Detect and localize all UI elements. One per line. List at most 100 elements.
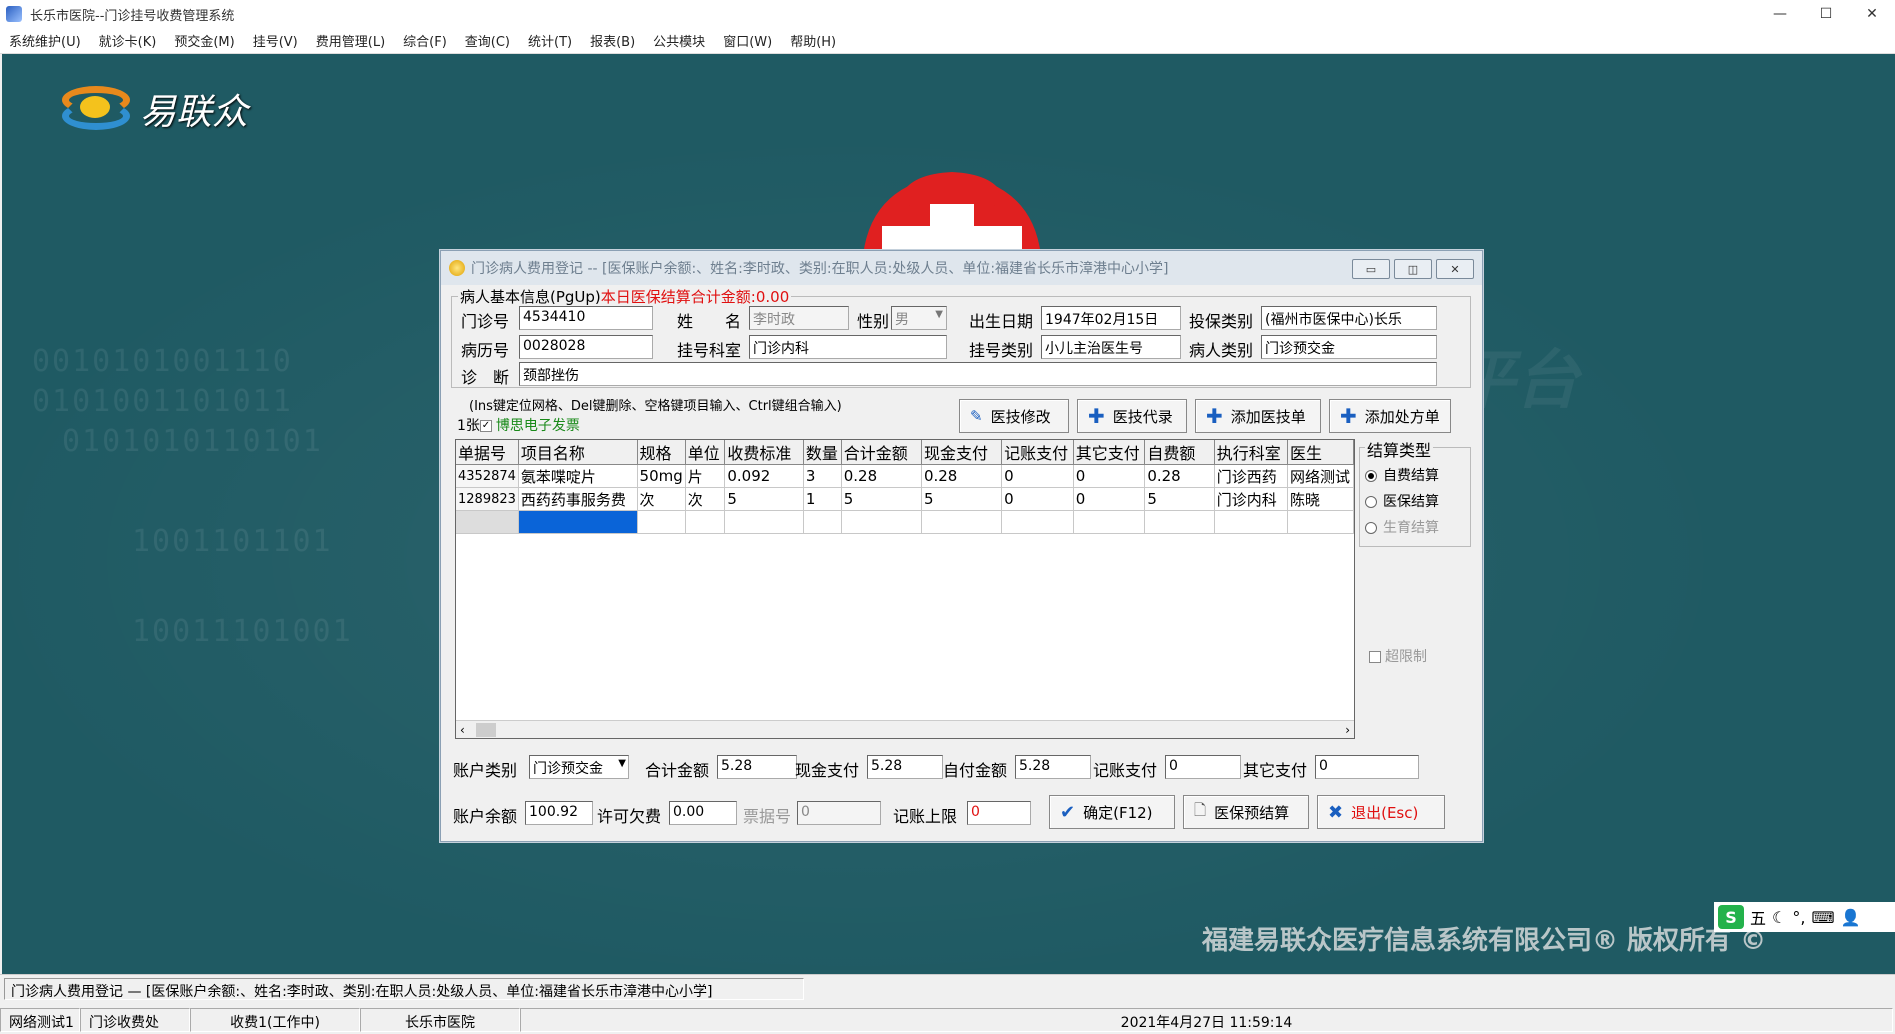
grid-cell[interactable]: 陈晓 [1287, 487, 1354, 511]
ime-mode[interactable]: 五 [1750, 905, 1766, 929]
grid-cell[interactable]: 4352874 [456, 464, 519, 488]
table-row[interactable]: 1289823 西药药事服务费 次 次 5 1 5 5 0 0 5 门诊内科 陈… [456, 487, 1354, 511]
grid-cell[interactable]: 西药药事服务费 [518, 487, 638, 511]
over-limit-checkbox[interactable]: 超限制 [1369, 646, 1427, 666]
table-row-new[interactable] [456, 510, 1354, 534]
grid-cell[interactable]: 0.28 [921, 464, 1003, 488]
menu-help[interactable]: 帮助(H) [781, 31, 845, 50]
scroll-thumb[interactable] [476, 723, 496, 737]
menu-general[interactable]: 综合(F) [394, 31, 456, 50]
keyboard-icon[interactable]: ⌨ [1811, 908, 1834, 927]
col-header[interactable]: 合计金额 [841, 440, 922, 465]
grid-cell[interactable]: 1289823 [456, 487, 519, 511]
maximize-button[interactable]: ☐ [1803, 0, 1849, 28]
grid-cell[interactable]: 1 [803, 487, 842, 511]
diagnosis-field[interactable]: 颈部挫伤 [519, 362, 1437, 386]
grid-cell[interactable]: 5 [841, 487, 922, 511]
reg-type-field[interactable]: 小儿主治医生号 [1041, 335, 1181, 359]
grid-cell[interactable]: 0.092 [724, 464, 804, 488]
scroll-right-icon[interactable]: › [1345, 723, 1350, 737]
menu-card[interactable]: 就诊卡(K) [90, 31, 166, 50]
user-icon[interactable]: 👤 [1841, 908, 1861, 927]
radio-maternity[interactable]: 生育结算 [1365, 517, 1439, 537]
menu-stats[interactable]: 统计(T) [519, 31, 581, 50]
self-pay-field[interactable]: 5.28 [1015, 755, 1091, 779]
col-header[interactable]: 规格 [637, 440, 686, 465]
minimize-button[interactable]: — [1757, 0, 1803, 28]
cash-field[interactable]: 5.28 [867, 755, 943, 779]
grid-cell[interactable] [456, 510, 519, 534]
col-header[interactable]: 自费额 [1144, 440, 1215, 465]
grid-cell-selected[interactable] [518, 510, 638, 534]
grid-cell[interactable] [1144, 510, 1215, 534]
dialog-minimize-button[interactable]: ▭ [1352, 259, 1390, 279]
grid-cell[interactable] [1073, 510, 1146, 534]
dialog-close-button[interactable]: ✕ [1436, 259, 1474, 279]
tech-record-button[interactable]: ✚ 医技代录 [1077, 399, 1187, 433]
col-header[interactable]: 医生 [1287, 440, 1354, 465]
col-header[interactable]: 记账支付 [1001, 440, 1074, 465]
grid-cell[interactable]: 次 [637, 487, 686, 511]
total-field[interactable]: 5.28 [717, 755, 797, 779]
grid-cell[interactable]: 0 [1073, 464, 1146, 488]
moon-icon[interactable]: ☾ [1772, 908, 1786, 927]
radio-insurance[interactable]: 医保结算 [1365, 491, 1439, 511]
fee-items-grid[interactable]: 单据号 项目名称 规格 单位 收费标准 数量 合计金额 现金支付 记账支付 其它… [455, 439, 1355, 739]
tech-edit-button[interactable]: ✎ 医技修改 [959, 399, 1069, 433]
col-header[interactable]: 执行科室 [1214, 440, 1289, 465]
grid-cell[interactable] [841, 510, 922, 534]
gender-select[interactable]: 男 ▼ [891, 306, 947, 330]
grid-cell[interactable]: 5 [1144, 487, 1215, 511]
birth-date-field[interactable]: 1947年02月15日 [1041, 306, 1181, 330]
confirm-button[interactable]: ✔ 确定(F12) [1049, 795, 1175, 829]
balance-field[interactable]: 100.92 [525, 801, 593, 825]
grid-cell[interactable] [921, 510, 1003, 534]
grid-cell[interactable]: 3 [803, 464, 842, 488]
col-header[interactable]: 单位 [685, 440, 726, 465]
menu-system[interactable]: 系统维护(U) [0, 31, 90, 50]
grid-cell[interactable]: 5 [724, 487, 804, 511]
grid-cell[interactable]: 氨苯喋啶片 [518, 464, 638, 488]
overdraft-field[interactable]: 0.00 [669, 801, 737, 825]
grid-cell[interactable] [685, 510, 726, 534]
grid-cell[interactable] [803, 510, 842, 534]
account-pay-field[interactable]: 0 [1165, 755, 1241, 779]
menu-query[interactable]: 查询(C) [456, 31, 519, 50]
name-field[interactable]: 李时政 [749, 306, 849, 330]
insurance-pre-settle-button[interactable]: 🗋 医保预结算 [1183, 795, 1309, 829]
punctuation-icon[interactable]: °, [1792, 908, 1805, 927]
other-pay-field[interactable]: 0 [1315, 755, 1419, 779]
col-header[interactable]: 现金支付 [921, 440, 1003, 465]
col-header[interactable]: 收费标准 [724, 440, 804, 465]
col-header[interactable]: 项目名称 [518, 440, 638, 465]
patient-type-field[interactable]: 门诊预交金 [1261, 335, 1437, 359]
exit-button[interactable]: ✖ 退出(Esc) [1317, 795, 1445, 829]
close-button[interactable]: ✕ [1849, 0, 1895, 28]
grid-cell[interactable] [637, 510, 686, 534]
grid-cell[interactable]: 5 [921, 487, 1003, 511]
grid-cell[interactable] [724, 510, 804, 534]
grid-cell[interactable]: 50mg [637, 464, 686, 488]
grid-cell[interactable] [1214, 510, 1289, 534]
add-tech-button[interactable]: ✚ 添加医技单 [1195, 399, 1321, 433]
insurance-type-field[interactable]: (福州市医保中心)长乐 [1261, 306, 1437, 330]
record-no-field[interactable]: 0028028 [519, 335, 653, 359]
grid-cell[interactable]: 0 [1073, 487, 1146, 511]
grid-cell[interactable]: 片 [685, 464, 726, 488]
acct-type-select[interactable]: 门诊预交金 ▼ [529, 755, 629, 779]
radio-self-pay[interactable]: 自费结算 [1365, 465, 1439, 485]
col-header[interactable]: 数量 [803, 440, 842, 465]
grid-cell[interactable]: 次 [685, 487, 726, 511]
add-prescription-button[interactable]: ✚ 添加处方单 [1329, 399, 1451, 433]
grid-cell[interactable]: 网络测试 [1287, 464, 1354, 488]
menu-prepay[interactable]: 预交金(M) [165, 31, 243, 50]
col-header[interactable]: 单据号 [456, 440, 519, 465]
grid-cell[interactable] [1287, 510, 1354, 534]
menu-report[interactable]: 报表(B) [581, 31, 644, 50]
ime-toolbar[interactable]: S 五 ☾ °, ⌨ 👤 [1714, 902, 1895, 932]
invoice-checkbox[interactable]: 1张 ✓ 博思电子发票 [457, 415, 580, 435]
reg-dept-field[interactable]: 门诊内科 [749, 335, 947, 359]
grid-cell[interactable]: 0 [1001, 487, 1074, 511]
outpatient-no-field[interactable]: 4534410 [519, 306, 653, 330]
ticket-no-field[interactable]: 0 [797, 801, 881, 825]
